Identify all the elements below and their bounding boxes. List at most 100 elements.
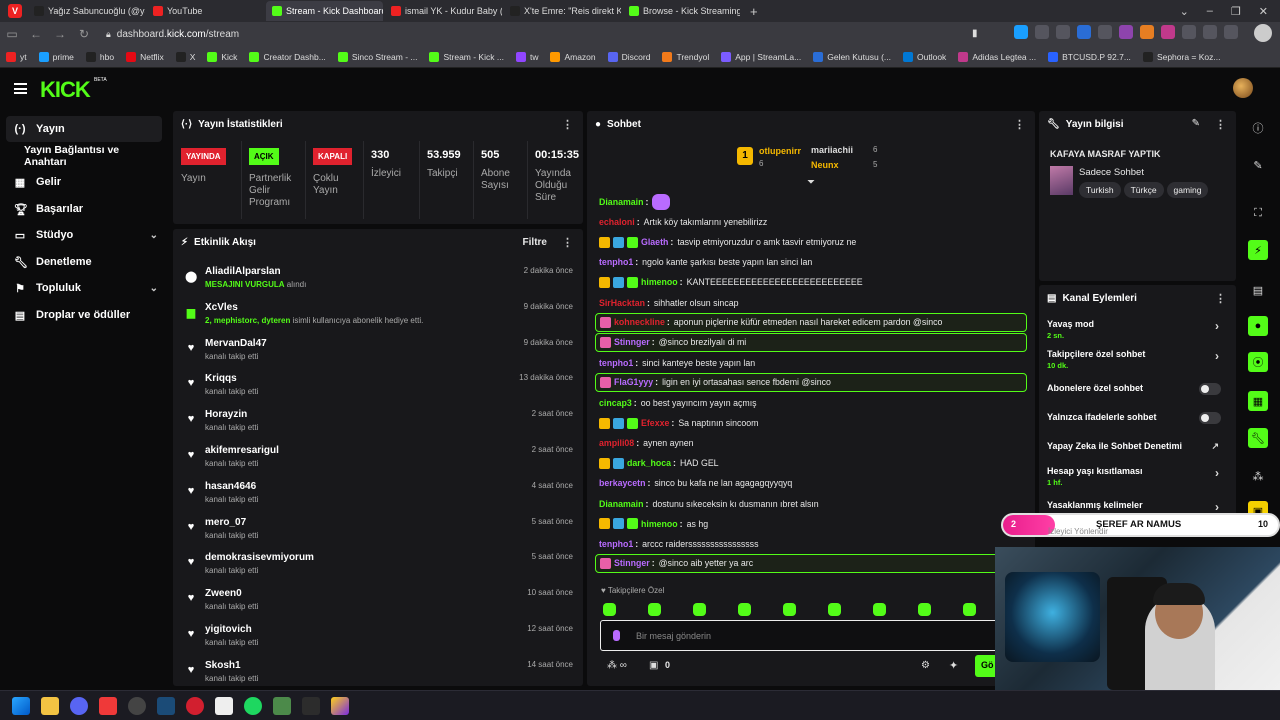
filter-button[interactable]: Filtre xyxy=(523,237,547,248)
gifter-name[interactable]: mariiachii xyxy=(811,145,853,155)
sidebar-item[interactable]: 🔧︎ Denetleme xyxy=(6,249,162,275)
gifter-name[interactable]: Neunx xyxy=(811,160,839,170)
channel-action-item[interactable]: Yalnızca ifadelerle sohbet xyxy=(1047,412,1229,434)
chat-message[interactable]: FlaG1yyy: ligin en iyi ortasahası sence f… xyxy=(595,372,1027,392)
url-field[interactable]: 🔒︎ dashboard.kick.com/stream xyxy=(106,29,239,40)
emote-icon[interactable] xyxy=(963,603,976,616)
sidebar-item[interactable]: (·) Yayın xyxy=(6,116,162,142)
chat-username[interactable]: tenpho1 xyxy=(599,257,633,267)
extension-icon[interactable] xyxy=(1161,25,1175,39)
community-icon[interactable]: ⁂ xyxy=(1248,466,1268,486)
extension-icon[interactable] xyxy=(1098,25,1112,39)
browser-tab[interactable]: Yağız Sabuncuoğlu (@yagı xyxy=(28,1,145,21)
chat-username[interactable]: tenpho1 xyxy=(599,539,633,549)
chat-message[interactable]: SirHacktan: sihhatler olsun sincap xyxy=(595,293,1027,313)
panel-toggle-icon[interactable]: ▭ xyxy=(0,27,24,41)
emote-icon[interactable] xyxy=(918,603,931,616)
chat-message[interactable]: himenoo: as hg xyxy=(595,514,1027,534)
extension-icon[interactable] xyxy=(1224,25,1238,39)
bookmark-item[interactable]: Kick xyxy=(207,51,237,62)
back-button[interactable]: ← xyxy=(24,27,48,41)
bookmark-item[interactable]: Adidas Legtea ... xyxy=(958,51,1036,62)
browser-profile-avatar[interactable] xyxy=(1254,24,1272,42)
chat-username[interactable]: himenoo xyxy=(641,277,678,287)
bookmark-item[interactable]: Netflix xyxy=(126,51,164,62)
chat-username[interactable]: Dianamain xyxy=(599,197,644,207)
chat-input-box[interactable]: Bir mesaj gönderin ☺ xyxy=(600,620,1026,651)
chat-username[interactable]: himenoo xyxy=(641,519,678,529)
fullscreen-icon[interactable]: ⛶ xyxy=(1248,203,1268,223)
settings-icon[interactable]: ⚙ xyxy=(921,660,930,671)
kick-logo[interactable]: KICK xyxy=(40,77,91,103)
channel-action-item[interactable]: Hesap yaşı kısıtlaması 1 hf. › xyxy=(1047,466,1229,488)
chat-message[interactable]: himenoo: KANTEEEEEEEEEEEEEEEEEEEEEEEEEE xyxy=(595,272,1027,292)
channel-action-item[interactable]: Yapay Zeka ile Sohbet Denetimi ↗ xyxy=(1047,441,1229,463)
lightning-icon[interactable]: ⚡︎ xyxy=(1248,240,1268,260)
reload-button[interactable]: ↻ xyxy=(72,27,96,41)
extension-icon[interactable] xyxy=(1014,25,1028,39)
chat-username[interactable]: cincap3 xyxy=(599,398,632,408)
chat-username[interactable]: Efexxe xyxy=(641,418,669,428)
chat-message[interactable]: echaloni: Artık köy takımlarını yenebilir… xyxy=(595,212,1027,232)
edit-icon[interactable]: ✎ xyxy=(1248,155,1268,175)
chat-message[interactable]: kohneckline: aponun piçlerine küfür etmed… xyxy=(595,312,1027,332)
bookmark-item[interactable]: Outlook xyxy=(903,51,946,62)
more-options-icon[interactable]: ⋮ xyxy=(562,236,573,249)
emote-icon[interactable] xyxy=(873,603,886,616)
extension-icon[interactable] xyxy=(1119,25,1133,39)
more-options-icon[interactable]: ⋮ xyxy=(1215,292,1226,305)
chat-input[interactable]: Bir mesaj gönderin xyxy=(636,631,711,641)
channel-action-item[interactable]: Abonelere özel sohbet xyxy=(1047,383,1229,405)
chat-message[interactable]: Dianamain: dostunu sıkeceksin kı dusmanın… xyxy=(595,494,1027,514)
sidebar-item[interactable]: ▤ Droplar ve ödüller xyxy=(6,302,162,328)
new-tab-button[interactable]: + xyxy=(750,4,758,19)
bookmark-item[interactable]: Sephora = Koz... xyxy=(1142,51,1221,62)
bookmark-item[interactable]: tw xyxy=(515,51,538,62)
toggle-switch[interactable] xyxy=(1199,383,1221,395)
chat-username[interactable]: Glaeth xyxy=(641,237,668,247)
info-icon[interactable]: ⓘ xyxy=(1248,118,1268,138)
bookmark-item[interactable]: yt xyxy=(6,51,27,62)
bookmark-item[interactable]: Gelen Kutusu (... xyxy=(813,51,891,62)
maximize-button[interactable]: ❐ xyxy=(1231,5,1241,18)
chevron-down-icon[interactable]: ⌄ xyxy=(1180,5,1189,18)
close-button[interactable]: ✕ xyxy=(1259,5,1268,18)
chat-message[interactable]: tenpho1: sinci kanteye beste yapın lan xyxy=(595,353,1027,373)
chat-username[interactable]: echaloni xyxy=(599,217,635,227)
chat-message[interactable]: berkaycetn: sinco bu kafa ne lan agagagqy… xyxy=(595,473,1027,493)
chat-username[interactable]: dark_hoca xyxy=(627,458,671,468)
external-link-icon[interactable]: ↗ xyxy=(1211,441,1219,452)
activity-username[interactable]: Skosh1 xyxy=(205,660,241,671)
activity-username[interactable]: hasan4646 xyxy=(205,481,256,492)
chevron-right-icon[interactable]: › xyxy=(1215,466,1219,480)
mod-icon[interactable]: ✦ xyxy=(949,659,958,672)
chat-message[interactable]: Stinnger: @sinco aib yetter ya arc xyxy=(595,553,1027,573)
vivaldi-menu-icon[interactable]: V xyxy=(8,4,22,18)
top-gifter-name[interactable]: otlupenirr xyxy=(759,146,801,156)
more-options-icon[interactable]: ⋮ xyxy=(562,118,573,131)
list-item[interactable]: ⬤ AliadilAlparslan MESAJINI VURGULA alındı… xyxy=(181,266,573,302)
bookmark-item[interactable]: hbo xyxy=(85,51,114,62)
steam-icon[interactable] xyxy=(157,696,175,715)
bookmark-item[interactable]: Trendyol xyxy=(662,51,709,62)
document-icon[interactable]: ▤ xyxy=(1248,280,1268,300)
activity-username[interactable]: akifemresarigul xyxy=(205,445,279,456)
wrench-icon[interactable]: 🔧︎ xyxy=(1248,428,1268,448)
browser-tab[interactable]: X'te Emre: "Reis direkt Kant xyxy=(504,1,621,21)
emote-icon[interactable] xyxy=(648,603,661,616)
extension-icon[interactable] xyxy=(1077,25,1091,39)
sidebar-item[interactable]: ▦ Gelir xyxy=(6,169,162,195)
minimize-button[interactable]: – xyxy=(1207,5,1213,17)
chat-message[interactable]: cincap3: oo best yayıncım yayın açmış xyxy=(595,393,1027,413)
chat-icon[interactable]: ● xyxy=(1248,316,1268,336)
emote-icon[interactable] xyxy=(783,603,796,616)
sidebar-item[interactable]: ▭ Stüdyo ⌄ xyxy=(6,222,162,248)
menu-icon[interactable] xyxy=(14,83,27,94)
app-icon[interactable] xyxy=(331,696,349,715)
spotify-icon[interactable] xyxy=(244,696,262,715)
chevron-right-icon[interactable]: › xyxy=(1215,319,1219,333)
app-icon[interactable] xyxy=(186,696,204,715)
chat-username[interactable]: kohneckline xyxy=(614,317,665,327)
chat-username[interactable]: Stinnger xyxy=(614,558,650,568)
emote-icon[interactable] xyxy=(693,603,706,616)
